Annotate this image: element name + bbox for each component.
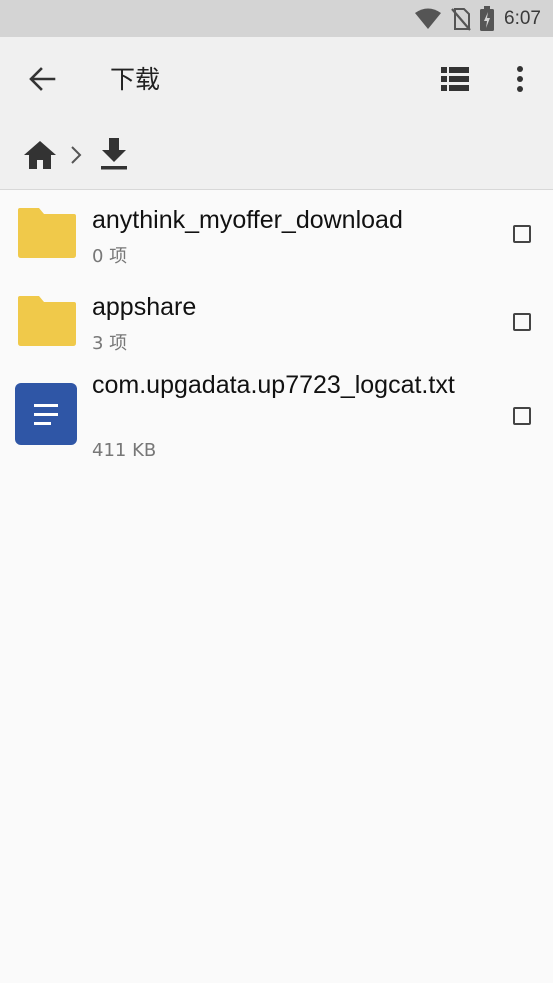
select-checkbox[interactable]: [513, 225, 531, 243]
home-icon: [23, 140, 57, 174]
file-meta: 3 项: [92, 333, 128, 354]
file-list: anythink_myoffer_download 0 项 appshare 3…: [0, 190, 553, 466]
text-file-icon: [15, 383, 77, 445]
file-name: com.upgadata.up7723_logcat.txt: [92, 371, 455, 399]
list-item[interactable]: appshare 3 项: [0, 278, 553, 366]
app-bar: 下载: [0, 37, 553, 125]
breadcrumb-separator: [66, 145, 86, 169]
more-vert-icon: [516, 66, 524, 96]
list-item[interactable]: com.upgadata.up7723_logcat.txt 411 KB: [0, 366, 553, 466]
list-view-button[interactable]: [435, 61, 475, 101]
select-checkbox[interactable]: [513, 407, 531, 425]
status-time: 6:07: [504, 7, 541, 29]
select-checkbox[interactable]: [513, 313, 531, 331]
arrow-back-icon: [28, 66, 56, 96]
page-title: 下载: [110, 65, 161, 94]
back-button[interactable]: [22, 61, 62, 101]
folder-icon: [15, 292, 77, 354]
breadcrumb: [0, 125, 553, 190]
breadcrumb-download[interactable]: [96, 137, 132, 175]
file-manager-screen: 6:07 下载 anythink_myoffer_download 0 项 ap…: [0, 0, 553, 983]
no-sim-icon: [450, 7, 472, 31]
chevron-right-icon: [70, 145, 82, 169]
more-options-button[interactable]: [500, 61, 540, 101]
list-view-icon: [441, 67, 469, 95]
file-meta: 411 KB: [92, 440, 157, 461]
folder-icon: [15, 204, 77, 266]
breadcrumb-home[interactable]: [20, 139, 60, 175]
status-bar: 6:07: [0, 0, 553, 37]
file-name: anythink_myoffer_download: [92, 206, 403, 234]
wifi-icon: [414, 8, 442, 30]
battery-charging-icon: [480, 6, 495, 31]
file-meta: 0 项: [92, 246, 128, 267]
list-item[interactable]: anythink_myoffer_download 0 项: [0, 190, 553, 278]
file-name: appshare: [92, 293, 197, 321]
download-icon: [99, 138, 129, 174]
